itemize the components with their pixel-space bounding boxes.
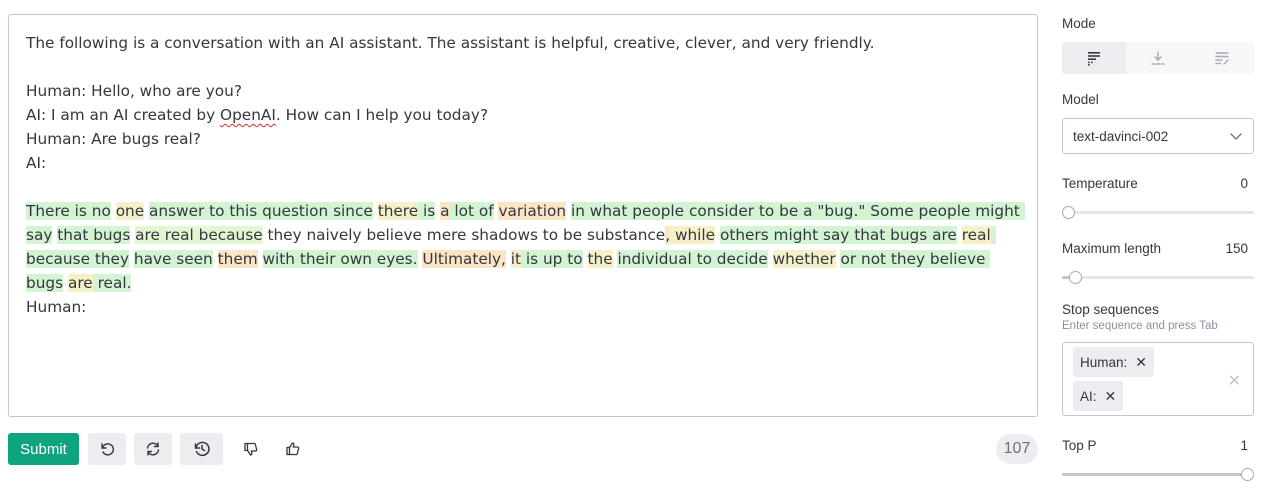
completion-token: a — [440, 202, 450, 220]
thumbs-down-button[interactable] — [235, 433, 267, 465]
history-button[interactable] — [180, 433, 223, 465]
slider-track — [1062, 211, 1254, 214]
thumbs-up-icon — [286, 442, 300, 456]
completion-token: one — [115, 202, 145, 220]
prompt-line-ai-2: AI: — [26, 154, 47, 172]
top-p-value[interactable]: 1 — [1240, 438, 1248, 453]
completion-token: answer to this question since — [149, 202, 373, 220]
completion-token: Ultimately, — [422, 250, 506, 268]
prompt-editor[interactable]: The following is a conversation with an … — [8, 14, 1038, 417]
stop-sequences-input[interactable]: Human: ✕ AI: ✕ ✕ — [1062, 342, 1254, 416]
stop-chip: Human: ✕ — [1073, 347, 1155, 377]
completion-token — [583, 250, 588, 268]
temperature-label: Temperature — [1062, 176, 1138, 191]
completion-token: lot of — [449, 202, 494, 220]
prompt-line-ai-1c: . How can I help you today? — [275, 106, 489, 124]
completion-token: them — [217, 250, 258, 268]
slider-thumb[interactable] — [1241, 468, 1254, 481]
completion-token: real. — [92, 274, 132, 292]
mode-complete-button[interactable] — [1062, 42, 1126, 74]
completion-token: the — [587, 250, 613, 268]
completion-token — [768, 250, 773, 268]
mode-edit-button[interactable] — [1190, 42, 1254, 74]
completion-token — [373, 202, 378, 220]
insert-mode-icon — [1151, 51, 1165, 65]
completion-token: are real because — [135, 226, 263, 244]
misspelled-word: OpenAI — [220, 106, 276, 124]
chevron-down-icon — [1230, 133, 1242, 140]
slider-thumb[interactable] — [1062, 206, 1075, 219]
model-label: Model — [1062, 92, 1099, 107]
completion-token: have seen — [133, 250, 213, 268]
model-select[interactable]: text-davinci-002 — [1062, 118, 1254, 154]
prompt-line-human-2: Human: Are bugs real? — [26, 130, 201, 148]
slider-thumb[interactable] — [1069, 271, 1083, 284]
stop-sequences-label: Stop sequences — [1062, 302, 1159, 317]
completion-token: while — [670, 226, 716, 244]
model-select-value: text-davinci-002 — [1073, 128, 1169, 144]
submit-button[interactable]: Submit — [8, 433, 79, 465]
completion-token — [258, 250, 263, 268]
prompt-text: The following is a conversation with an … — [26, 31, 1020, 199]
stop-chip: AI: ✕ — [1073, 381, 1124, 411]
max-length-label: Maximum length — [1062, 241, 1162, 256]
stop-sequences-hint: Enter sequence and press Tab — [1062, 320, 1218, 332]
temperature-slider[interactable] — [1062, 205, 1254, 219]
completion-token: is — [418, 202, 436, 220]
completion-token — [957, 226, 962, 244]
completion-token: are — [67, 274, 93, 292]
remove-chip-icon[interactable]: ✕ — [1105, 388, 1117, 405]
top-p-slider[interactable] — [1062, 467, 1254, 481]
completion-token — [213, 250, 218, 268]
completion-token: individual to decide — [617, 250, 768, 268]
token-count: 107 — [996, 434, 1038, 464]
slider-track — [1062, 276, 1254, 279]
completion-token: that bugs — [57, 226, 131, 244]
thumbs-down-icon — [244, 442, 258, 456]
prompt-line-human-1: Human: Hello, who are you? — [26, 82, 242, 100]
remove-chip-icon[interactable]: ✕ — [1135, 354, 1147, 371]
regenerate-button[interactable] — [134, 433, 172, 465]
max-length-value[interactable]: 150 — [1225, 241, 1248, 256]
prompt-line-intro: The following is a conversation with an … — [26, 34, 875, 52]
mode-selector — [1062, 42, 1254, 74]
completion-footer: Human: — [26, 298, 87, 316]
stop-chip-label: Human: — [1080, 354, 1128, 370]
complete-mode-icon — [1088, 52, 1100, 66]
temperature-value[interactable]: 0 — [1240, 176, 1248, 191]
completion-token: whether — [772, 250, 836, 268]
slider-fill — [1062, 473, 1248, 476]
completion-token: there — [377, 202, 419, 220]
completion-token: others might say that bugs are — [719, 226, 957, 244]
clear-all-icon[interactable]: ✕ — [1228, 371, 1241, 390]
mode-label: Mode — [1062, 16, 1096, 31]
history-icon — [194, 441, 210, 457]
completion-token: real — [961, 226, 991, 244]
top-p-label: Top P — [1062, 438, 1097, 453]
undo-icon — [101, 443, 114, 456]
completion-token: is up to — [521, 250, 583, 268]
undo-button[interactable] — [88, 433, 126, 465]
stop-chip-label: AI: — [1080, 388, 1097, 404]
completion-token: with their own eyes. — [262, 250, 418, 268]
completion-text: There is no one answer to this question … — [26, 199, 1025, 295]
completion-token — [111, 202, 116, 220]
completion-token: variation — [498, 202, 567, 220]
max-length-slider[interactable] — [1062, 270, 1254, 284]
mode-insert-button[interactable] — [1126, 42, 1190, 74]
regenerate-icon — [146, 442, 160, 456]
prompt-line-ai-1a: AI: I am an AI created by — [26, 106, 221, 124]
completion-token: it — [510, 250, 522, 268]
thumbs-up-button[interactable] — [277, 433, 309, 465]
edit-mode-icon — [1215, 52, 1229, 65]
completion-token: they naively believe mere shadows to be … — [262, 226, 666, 244]
completion-token: There is no — [26, 202, 111, 220]
